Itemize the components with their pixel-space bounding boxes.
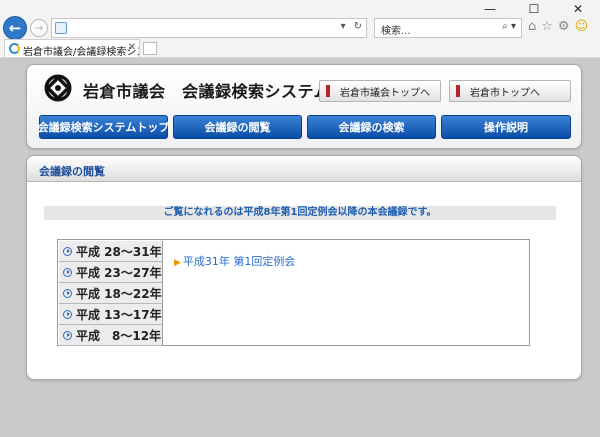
triangle-right-icon: ▶ (174, 258, 181, 268)
play-circle-icon (63, 330, 72, 340)
red-marker-icon (456, 85, 460, 97)
council-top-link[interactable]: 岩倉市議会トップへ (319, 80, 441, 102)
search-placeholder: 検索... (381, 26, 411, 37)
browser-chrome: — ☐ ✕ ← → ▾ ↻ 検索... ⌕ ▾ ⌂ ☆ ⚙ ☺ 岩倉市議会/会議… (0, 0, 600, 58)
year-range-label: 平成 18～22年 (76, 286, 162, 301)
forward-button[interactable]: → (30, 19, 48, 37)
search-input[interactable]: 検索... ⌕ ▾ (374, 18, 522, 38)
browse-panel: 会議録の閲覧 ご覧になれるのは平成8年第1回定例会以降の本会議録です。 平成 2… (26, 155, 582, 380)
window-controls: — ☐ ✕ (468, 0, 600, 18)
year-range-item[interactable]: 平成 18～22年 (59, 283, 163, 304)
year-range-item[interactable]: 平成 28～31年 (59, 241, 163, 262)
play-circle-icon (63, 309, 72, 319)
arrow-right-icon: → (34, 22, 44, 34)
site-header: 岩倉市議会 会議録検索システム 岩倉市議会トップへ 岩倉市トップへ 会議録検索シ… (26, 64, 582, 149)
year-range-item[interactable]: 平成 13～17年 (59, 304, 163, 325)
city-top-label: 岩倉市トップへ (470, 87, 540, 99)
year-range-item[interactable]: 平成 23～27年 (59, 262, 163, 283)
year-range-list: 平成 28～31年 平成 23～27年 平成 18～22年 平成 13～17年 … (59, 241, 163, 346)
notice-text: ご覧になれるのは平成8年第1回定例会以降の本会議録です。 (44, 206, 556, 220)
address-bar[interactable]: ▾ ↻ (51, 18, 367, 38)
menu-help[interactable]: 操作説明 (441, 115, 571, 139)
search-icon[interactable]: ⌕ ▾ (502, 21, 516, 32)
play-circle-icon (63, 246, 72, 256)
year-range-label: 平成 13～17年 (76, 307, 162, 322)
dropdown-icon[interactable]: ▾ (341, 21, 346, 32)
minimize-button[interactable]: — (468, 0, 512, 18)
menu-system-top[interactable]: 会議録検索システムトップ (38, 115, 169, 139)
page-viewport: 岩倉市議会 会議録検索システム 岩倉市議会トップへ 岩倉市トップへ 会議録検索シ… (0, 58, 600, 437)
arrow-left-icon: ← (8, 19, 22, 37)
browser-toolbar: ⌂ ☆ ⚙ ☺ (528, 19, 588, 34)
year-range-label: 平成 28～31年 (76, 244, 162, 259)
year-range-label: 平成 8～12年 (76, 328, 162, 343)
year-range-label: 平成 23～27年 (76, 265, 162, 280)
city-top-link[interactable]: 岩倉市トップへ (449, 80, 571, 102)
browser-tab[interactable]: 岩倉市議会/会議録検索シス... ✕ (4, 39, 140, 57)
menu-browse[interactable]: 会議録の閲覧 (173, 115, 302, 139)
tab-close-icon[interactable]: ✕ (128, 42, 136, 53)
feedback-smiley-icon[interactable]: ☺ (575, 19, 589, 34)
session-link-label: 平成31年 第1回定例会 (182, 255, 296, 268)
settings-gear-icon[interactable]: ⚙ (558, 19, 570, 34)
play-circle-icon (63, 288, 72, 298)
close-window-button[interactable]: ✕ (556, 0, 600, 18)
year-range-item[interactable]: 平成 8～12年 (59, 325, 163, 346)
refresh-icon[interactable]: ↻ (354, 21, 362, 32)
favorites-star-icon[interactable]: ☆ (541, 19, 553, 34)
council-top-label: 岩倉市議会トップへ (340, 87, 430, 99)
home-icon[interactable]: ⌂ (528, 19, 536, 34)
site-title: 岩倉市議会 会議録検索システム (83, 82, 331, 101)
maximize-button[interactable]: ☐ (512, 0, 556, 18)
ie-icon (9, 43, 20, 54)
page-icon (55, 22, 67, 34)
play-circle-icon (63, 267, 72, 277)
tab-title: 岩倉市議会/会議録検索シス... (23, 47, 139, 57)
new-tab-button[interactable] (143, 42, 157, 55)
section-title: 会議録の閲覧 (27, 156, 581, 182)
city-emblem-logo (44, 74, 72, 102)
red-marker-icon (326, 85, 330, 97)
browse-box: 平成 28～31年 平成 23～27年 平成 18～22年 平成 13～17年 … (57, 239, 530, 346)
session-link[interactable]: ▶ 平成31年 第1回定例会 (174, 253, 295, 269)
back-button[interactable]: ← (3, 16, 27, 40)
menu-search[interactable]: 会議録の検索 (307, 115, 436, 139)
